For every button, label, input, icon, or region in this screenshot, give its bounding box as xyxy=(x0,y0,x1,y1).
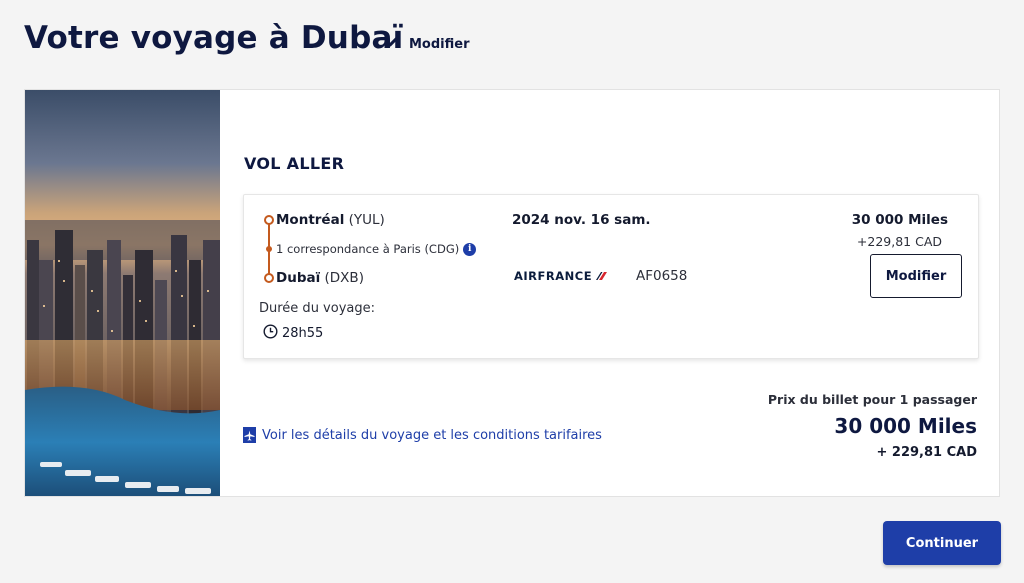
price-miles: 30 000 Miles xyxy=(834,414,977,438)
airline-stripe-icon xyxy=(596,269,608,283)
origin-city: Montréal xyxy=(276,212,345,228)
price-tax: + 229,81 CAD xyxy=(876,445,977,460)
segment-tax: +229,81 CAD xyxy=(856,234,942,249)
dubai-skyline-image xyxy=(25,90,220,496)
connection-dot-icon xyxy=(266,246,272,252)
destination-dot-icon xyxy=(264,273,274,283)
price-label: Prix du billet pour 1 passager xyxy=(767,392,977,407)
trip-details-link[interactable]: Voir les détails du voyage et les condit… xyxy=(243,427,602,443)
plane-icon xyxy=(243,427,256,443)
origin-dot-icon xyxy=(264,215,274,225)
pencil-icon xyxy=(386,35,400,53)
destination-code: (DXB) xyxy=(324,270,364,286)
edit-trip-link[interactable]: Modifier xyxy=(386,35,470,53)
continue-button[interactable]: Continuer xyxy=(883,521,1001,565)
connection-info: 1 correspondance à Paris (CDG) i xyxy=(276,242,477,256)
duration: 28h55 xyxy=(263,324,323,343)
duration-value: 28h55 xyxy=(282,326,324,341)
flight-date: 2024 nov. 16 sam. xyxy=(512,212,651,228)
flight-segment-card: Montréal (YUL) 1 correspondance à Paris … xyxy=(243,194,979,359)
trip-card: VOL ALLER Montréal (YUL) 1 correspondanc… xyxy=(24,89,1000,497)
duration-label: Durée du voyage: xyxy=(259,301,375,316)
origin: Montréal (YUL) xyxy=(276,212,385,228)
airline-logo: AIRFRANCE xyxy=(514,269,608,283)
connection-text: 1 correspondance à Paris (CDG) xyxy=(276,242,460,256)
info-icon[interactable]: i xyxy=(463,242,477,256)
destination: Dubaï (DXB) xyxy=(276,270,364,286)
origin-code: (YUL) xyxy=(348,212,385,228)
flight-number: AF0658 xyxy=(636,268,688,284)
edit-trip-label: Modifier xyxy=(409,36,470,52)
section-title-outbound: VOL ALLER xyxy=(244,154,345,173)
destination-city: Dubaï xyxy=(276,270,321,286)
segment-miles: 30 000 Miles xyxy=(851,212,948,228)
modify-flight-button[interactable]: Modifier xyxy=(870,254,962,298)
clock-icon xyxy=(263,324,278,343)
trip-details-text: Voir les détails du voyage et les condit… xyxy=(262,427,602,443)
airline-name: AIRFRANCE xyxy=(514,269,593,283)
page-title: Votre voyage à Dubaï xyxy=(24,20,404,56)
